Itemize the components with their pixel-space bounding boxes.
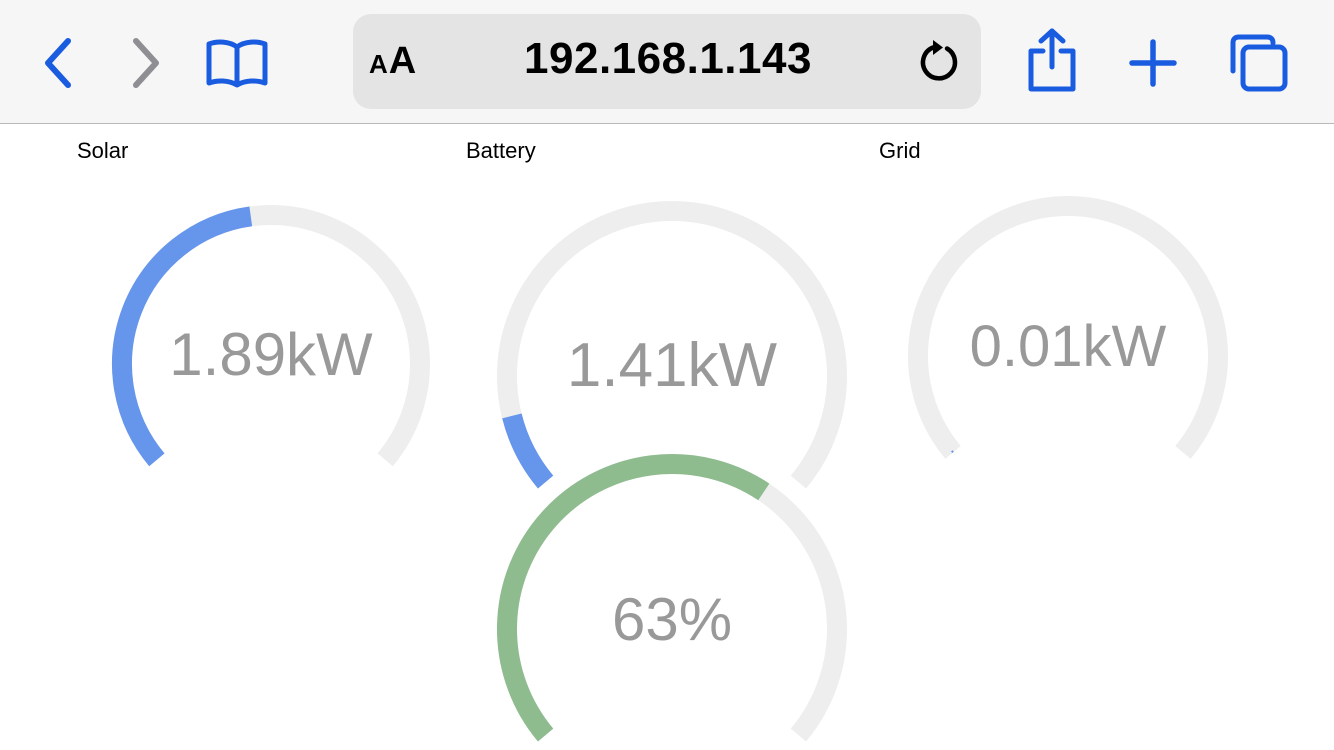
tabs-icon (1230, 34, 1288, 92)
reload-icon (920, 40, 958, 81)
chevron-right-icon (133, 38, 159, 88)
browser-toolbar: A A 192.168.1.143 (0, 0, 1334, 124)
dashboard: Solar Battery Grid 1.89kW 1.41kW 0.01kW … (0, 124, 1334, 750)
forward-button[interactable] (124, 36, 168, 90)
reload-button[interactable] (912, 36, 966, 90)
grid-gauge: 0.01kW (908, 196, 1228, 459)
grid-gauge-fill (951, 450, 954, 454)
battery-gauge-fill (502, 413, 554, 489)
grid-value: 0.01kW (970, 314, 1167, 379)
tabs-button[interactable] (1226, 32, 1290, 94)
share-button[interactable] (1022, 26, 1082, 94)
share-icon (1028, 28, 1076, 92)
battery-value: 1.41kW (567, 331, 778, 400)
bookmarks-button[interactable] (204, 36, 270, 90)
reader-big-a: A (388, 40, 417, 82)
gauges-canvas: 1.89kW 1.41kW 0.01kW 63% (112, 196, 1228, 742)
chevron-left-icon (45, 38, 71, 88)
solar-gauge: 1.89kW (112, 205, 430, 467)
new-tab-button[interactable] (1124, 34, 1182, 92)
reader-small-a: A (369, 49, 388, 79)
charge-gauge: 63% (497, 454, 847, 742)
battery-gauge: 1.41kW (497, 201, 847, 489)
plus-icon (1129, 39, 1177, 87)
charge-value: 63% (612, 586, 732, 653)
reader-settings-button[interactable]: A A (369, 40, 416, 84)
solar-value: 1.89kW (169, 321, 373, 388)
address-text[interactable]: 192.168.1.143 (440, 34, 896, 84)
back-button[interactable] (36, 36, 80, 90)
book-icon (206, 39, 268, 88)
